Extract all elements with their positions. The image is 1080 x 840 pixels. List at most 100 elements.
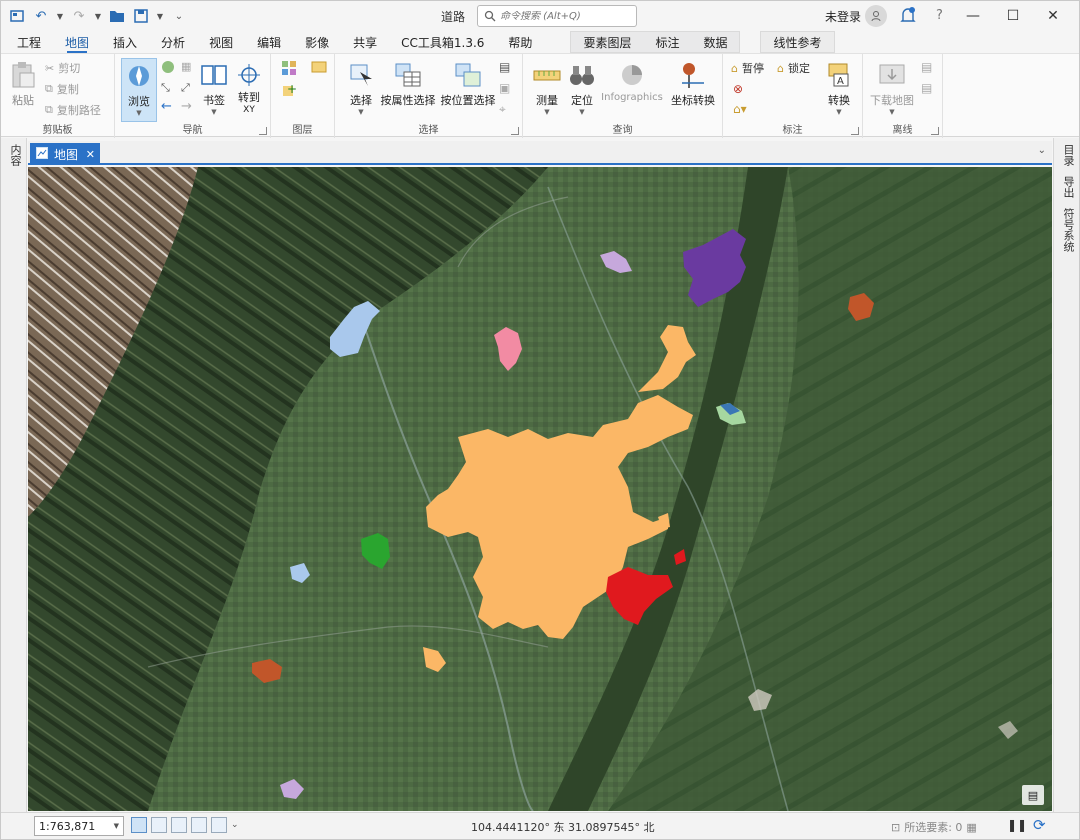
explore-button[interactable]: 浏览 ▼ (121, 58, 157, 122)
tab-edit[interactable]: 编辑 (245, 31, 293, 53)
tab-cc-toolbox[interactable]: CC工具箱1.3.6 (389, 31, 496, 53)
map-display-icon[interactable] (131, 817, 147, 833)
remove-offline-icon[interactable]: ▤ (921, 81, 932, 95)
export-pane-tab[interactable]: 导出 (1060, 176, 1076, 198)
tab-insert[interactable]: 插入 (101, 31, 149, 53)
undo-dropdown-icon[interactable]: ▼ (55, 6, 65, 26)
fixed-zoom-icon[interactable]: ▦ (181, 60, 197, 77)
next-extent-icon[interactable]: → (181, 99, 197, 114)
notification-bell-icon[interactable] (899, 6, 917, 26)
command-search-input[interactable] (500, 10, 630, 22)
tab-imagery[interactable]: 影像 (293, 31, 341, 53)
refresh-icon[interactable]: ⟳ (1033, 816, 1051, 834)
map-view[interactable]: ▤ (28, 167, 1052, 811)
tab-analysis[interactable]: 分析 (149, 31, 197, 53)
sync-icon[interactable]: ▤ (921, 60, 932, 74)
grid-icon[interactable] (151, 817, 167, 833)
locate-button[interactable]: 定位 ▼ (565, 58, 599, 118)
zoom-in-fixed-icon[interactable]: ⤡ (161, 81, 177, 95)
user-avatar-icon[interactable] (865, 5, 887, 27)
tab-help[interactable]: 帮助 (496, 31, 544, 53)
tab-view[interactable]: 视图 (197, 31, 245, 53)
command-search[interactable] (477, 5, 637, 27)
copy-button[interactable]: ⧉ 复制 (45, 79, 79, 99)
customize-qat-icon[interactable]: ⌄ (169, 6, 189, 26)
selection-group: 选择 ▼ 按属性选择 按位置选择 ▤ ▣ ⌖ 选择 (335, 54, 523, 138)
download-map-button[interactable]: 下载地图 ▼ (869, 58, 915, 118)
tools-dropdown-icon[interactable]: ⌄ (231, 820, 239, 830)
scale-selector[interactable]: 1:763,871 ▼ (34, 816, 124, 836)
tab-map[interactable]: 地图 (53, 31, 101, 53)
paste-button[interactable]: 粘贴 (5, 58, 41, 118)
redo-icon[interactable]: ↷ (69, 6, 89, 26)
map-view-tab[interactable]: 地图 ✕ (30, 143, 100, 165)
select-by-location-button[interactable]: 按位置选择 (441, 58, 496, 118)
redo-dropdown-icon[interactable]: ▼ (93, 6, 103, 26)
minimize-icon[interactable]: — (953, 1, 993, 31)
tab-labeling[interactable]: 标注 (643, 31, 691, 53)
tab-feature-layer[interactable]: 要素图层 (571, 31, 643, 53)
add-graphics-icon[interactable] (311, 60, 327, 77)
basemap-icon[interactable] (281, 60, 297, 79)
signin-status[interactable]: 未登录 (825, 8, 861, 25)
goto-xy-icon (234, 60, 264, 90)
convert-annotation-icon: A (824, 60, 854, 90)
full-extent-icon[interactable] (161, 60, 177, 77)
constraints-icon[interactable] (191, 817, 207, 833)
symbology-pane-tab[interactable]: 符号系统 (1060, 208, 1076, 252)
goto-xy-button[interactable]: 转到 XY (231, 58, 267, 118)
explore-icon (124, 61, 154, 91)
infographics-button[interactable]: Infographics (599, 58, 665, 118)
help-icon[interactable]: ? (936, 8, 943, 23)
snapping-icon[interactable] (171, 817, 187, 833)
lock-labels-button[interactable]: ⌂ 锁定 (777, 58, 810, 78)
measure-button[interactable]: 测量 ▼ (529, 58, 565, 118)
attributes-table-icon[interactable]: ▤ (499, 60, 510, 74)
copy-path-button[interactable]: ⧉ 复制路径 (45, 100, 101, 120)
close-map-tab-icon[interactable]: ✕ (86, 148, 95, 161)
navigate-launcher-icon[interactable] (259, 127, 267, 135)
zoom-out-fixed-icon[interactable]: ⤢ (181, 81, 197, 95)
map-toolbar-toggle-icon[interactable]: ▤ (1022, 785, 1044, 805)
pause-labeling-button[interactable]: ⌂ 暂停 (731, 58, 764, 78)
tab-share[interactable]: 共享 (341, 31, 389, 53)
selection-launcher-icon[interactable] (511, 127, 519, 135)
open-project-icon[interactable] (107, 6, 127, 26)
select-by-attributes-button[interactable]: 按属性选择 (381, 58, 436, 118)
undo-icon[interactable]: ↶ (31, 6, 51, 26)
cut-button[interactable]: ✂ 剪切 (45, 58, 80, 78)
label-more-icon[interactable]: ⌂▾ (733, 102, 747, 116)
close-icon[interactable]: ✕ (1033, 1, 1073, 31)
tab-list-chevron-icon[interactable]: ⌄ (1038, 145, 1046, 156)
tab-linear-referencing[interactable]: 线性参考 (761, 31, 833, 53)
save-project-icon[interactable] (131, 6, 151, 26)
coordinate-conversion-button[interactable]: 坐标转换 (667, 58, 719, 118)
satellite-map[interactable] (28, 167, 1052, 811)
app-menu-icon[interactable] (7, 6, 27, 26)
coordinate-readout: 104.4441120° 东 31.0897545° 北 (471, 821, 655, 834)
scissors-icon: ✂ (45, 61, 55, 75)
contents-pane-tab[interactable]: 内容 (7, 144, 23, 166)
select-button[interactable]: 选择 ▼ (341, 58, 381, 118)
clear-selection-icon[interactable]: ▣ (499, 81, 510, 95)
add-data-icon[interactable]: + (281, 82, 297, 101)
bookmarks-button[interactable]: 书签 ▼ (197, 58, 231, 118)
zoom-to-selection-icon[interactable]: ⌖ (499, 102, 506, 117)
previous-extent-icon[interactable]: ← (161, 99, 177, 114)
feature-layer-context-tabs: 要素图层 标注 数据 (570, 31, 741, 53)
tab-data[interactable]: 数据 (691, 31, 739, 53)
offline-launcher-icon[interactable] (931, 127, 939, 135)
view-unplaced-icon[interactable]: ⊗ (733, 82, 743, 96)
save-dropdown-icon[interactable]: ▼ (155, 6, 165, 26)
labeling-launcher-icon[interactable] (851, 127, 859, 135)
ruler-icon (532, 60, 562, 90)
pause-drawing-icon[interactable]: ❚❚ (1007, 818, 1027, 832)
status-bar: 1:763,871 ▼ ⌄ 104.4441120° 东 31.0897545°… (1, 812, 1079, 839)
catalog-pane-tab[interactable]: 目录 (1060, 144, 1076, 166)
explore-dropdown-icon: ▼ (136, 109, 142, 117)
maximize-icon[interactable]: ☐ (993, 1, 1033, 31)
convert-labels-button[interactable]: A 转换 ▼ (819, 58, 859, 118)
tab-project[interactable]: 工程 (1, 31, 53, 53)
clear-selected-icon[interactable]: ▦ (966, 821, 976, 834)
rotation-icon[interactable] (211, 817, 227, 833)
